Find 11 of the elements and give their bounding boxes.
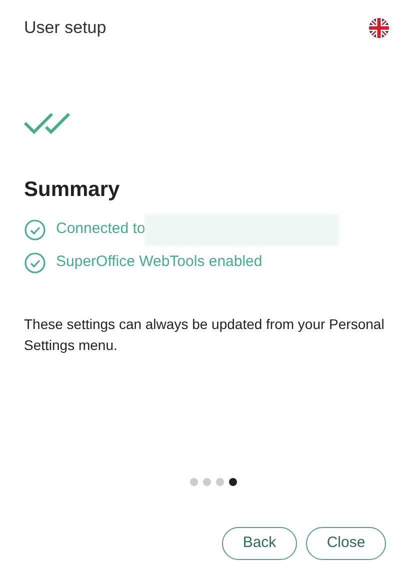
- status-text: Connected to: [56, 219, 146, 240]
- window-title: User setup: [24, 17, 106, 40]
- check-circle-icon: [24, 252, 46, 274]
- back-button[interactable]: Back: [222, 527, 297, 560]
- status-text: SuperOffice WebTools enabled: [56, 252, 262, 272]
- check-circle-icon: [24, 218, 46, 240]
- summary-heading: Summary: [24, 177, 121, 203]
- close-button[interactable]: Close: [306, 527, 386, 560]
- flag-icon[interactable]: [368, 17, 390, 39]
- info-text: These settings can always be updated from your Personal Settings menu.: [24, 314, 386, 355]
- double-check-icon: [24, 112, 72, 134]
